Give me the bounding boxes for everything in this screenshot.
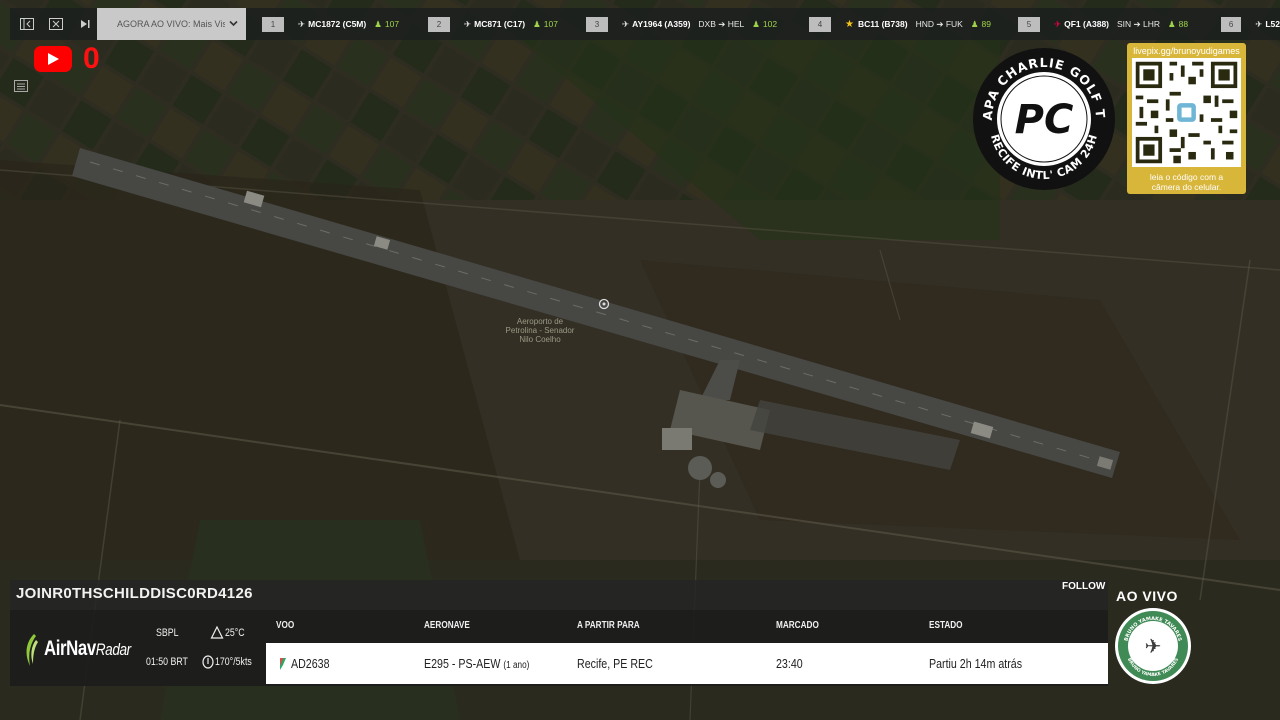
- column-header-scheduled: MARCADO: [776, 620, 819, 631]
- qr-caption-line-1: leia o código com a: [1149, 172, 1224, 182]
- ticker-flight-5[interactable]: 5 ✈ QF1 (A388) SIN ➔ LHR ♟ 88: [1018, 15, 1188, 33]
- qr-caption: leia o código com a câmera do celular.: [1127, 172, 1246, 192]
- airnav-logo-icon: [26, 634, 38, 666]
- ticker-flight-3[interactable]: 3 ✈ AY1964 (A359) DXB ➔ HEL ♟ 102: [586, 15, 777, 33]
- column-header-from-to: A PARTIR PARA: [577, 620, 640, 631]
- plane-icon: ✈: [1255, 18, 1263, 29]
- airplane-icon: ✈: [1145, 636, 1162, 658]
- flight-score: 88: [1178, 19, 1189, 29]
- origin-destination: Recife, PE REC: [577, 656, 653, 671]
- flight-score: 107: [543, 19, 558, 29]
- aircraft-registration: E295 - PS-AEW: [424, 656, 501, 671]
- logo-initials: PC: [1015, 97, 1074, 143]
- live-label: AO VIVO: [1116, 588, 1178, 604]
- flight-code: MC871 (C17): [474, 19, 526, 29]
- score-icon: ♟: [533, 18, 541, 29]
- scheduled-time: 23:40: [776, 656, 803, 671]
- airline-tail-icon: [280, 658, 286, 670]
- flight-code: QF1 (A388): [1064, 19, 1109, 29]
- flight-route: DXB ➔ HEL: [698, 18, 745, 29]
- donation-qr-card[interactable]: livepix.gg/brunoyudigames leia o código …: [1127, 43, 1246, 194]
- airport-code: SBPL: [156, 627, 179, 639]
- plane-icon: ✈: [622, 18, 630, 29]
- flight-code: BC11 (B738): [857, 19, 908, 29]
- flight-score: 102: [762, 19, 778, 29]
- plane-icon: ✈: [298, 18, 306, 29]
- next-track-icon[interactable]: [74, 14, 96, 34]
- flight-code: MC1872 (C5M): [308, 19, 367, 29]
- flight-score: 89: [981, 19, 991, 29]
- list-panel-icon[interactable]: [14, 80, 28, 92]
- follower-username: JOINR0THSCHILDDISC0RD4126: [16, 585, 253, 602]
- rank-number: 2: [428, 16, 450, 32]
- close-overlay-icon[interactable]: [45, 14, 67, 34]
- local-time: 01:50 BRT: [146, 656, 188, 668]
- follow-label: FOLLOW: [1062, 581, 1106, 592]
- score-icon: ♟: [970, 18, 979, 29]
- plane-icon: ✈: [464, 18, 472, 29]
- now-playing-dropdown[interactable]: AGORA AO VIVO: Mais Vistos: [97, 8, 246, 40]
- weather-cloud-icon: [210, 626, 224, 639]
- flight-ticker-bar: AGORA AO VIVO: Mais Vistos 1 ✈ MC1872 (C…: [0, 0, 1280, 40]
- wind-icon: [202, 655, 214, 669]
- viewer-count: 0: [83, 42, 100, 75]
- rank-number: 4: [809, 16, 831, 32]
- channel-badge: BRUNO YAMAKE TAVARES BRUNO YAMAKE TAVARE…: [1115, 608, 1191, 684]
- youtube-icon: [34, 46, 72, 72]
- plane-icon: ✈: [1054, 18, 1062, 29]
- collapse-panel-icon[interactable]: [16, 14, 38, 34]
- wind: 170°/5kts: [215, 656, 252, 668]
- column-header-status: ESTADO: [929, 620, 963, 631]
- flight-score: 107: [384, 19, 400, 29]
- chevron-down-icon: [229, 20, 238, 27]
- flight-status: Partiu 2h 14m atrás: [929, 656, 1023, 671]
- flight-route: HND ➔ FUK: [915, 18, 963, 29]
- airport-map-label: Aeroporto de Petrolina - Senador Nilo Co…: [505, 317, 575, 344]
- flight-route: SIN ➔ LHR: [1117, 18, 1161, 29]
- rank-number: 1: [262, 16, 284, 32]
- qr-caption-line-2: câmera do celular.: [1151, 182, 1222, 192]
- airnav-wordmark: AirNavRadar: [44, 637, 131, 661]
- now-playing-label: AGORA AO VIVO: Mais Vistos: [117, 19, 225, 29]
- qr-url: livepix.gg/brunoyudigames: [1133, 46, 1240, 56]
- airplane-icon: ✈: [1070, 114, 1082, 130]
- score-icon: ♟: [374, 18, 382, 29]
- star-icon: ★: [845, 18, 854, 30]
- flight-code: AY1964 (A359): [632, 19, 691, 29]
- column-header-flight: VOO: [276, 620, 295, 631]
- provider-sub: Radar: [95, 640, 131, 659]
- rank-number: 5: [1018, 16, 1040, 32]
- temperature: 25°C: [225, 627, 245, 639]
- ticker-flight-6[interactable]: 6 ✈ L52: [1221, 15, 1280, 33]
- flight-number: AD2638: [291, 656, 330, 671]
- rank-number: 3: [586, 16, 608, 32]
- rank-number: 6: [1221, 16, 1242, 32]
- ticker-flight-4[interactable]: 4 ★ BC11 (B738) HND ➔ FUK ♟ 89: [809, 15, 991, 33]
- score-icon: ♟: [752, 18, 760, 29]
- qr-code-icon: [1132, 58, 1241, 167]
- column-header-aircraft: AERONAVE: [424, 620, 470, 631]
- aircraft-cell: E295 - PS-AEW (1 ano): [424, 656, 529, 671]
- flight-code: L52: [1265, 19, 1280, 29]
- channel-logo: PAPA CHARLIE GOLF TV RECIFE INTL' CAM 24…: [967, 35, 1116, 191]
- aircraft-age: (1 ano): [503, 660, 530, 671]
- ticker-flight-2[interactable]: 2 ✈ MC871 (C17) ♟ 107: [428, 15, 558, 33]
- score-icon: ♟: [1168, 18, 1176, 29]
- ticker-flight-1[interactable]: 1 ✈ MC1872 (C5M) ♟ 107: [262, 15, 399, 33]
- airnav-radar-logo: AirNavRadar: [22, 632, 132, 668]
- provider-name: AirNav: [44, 637, 96, 660]
